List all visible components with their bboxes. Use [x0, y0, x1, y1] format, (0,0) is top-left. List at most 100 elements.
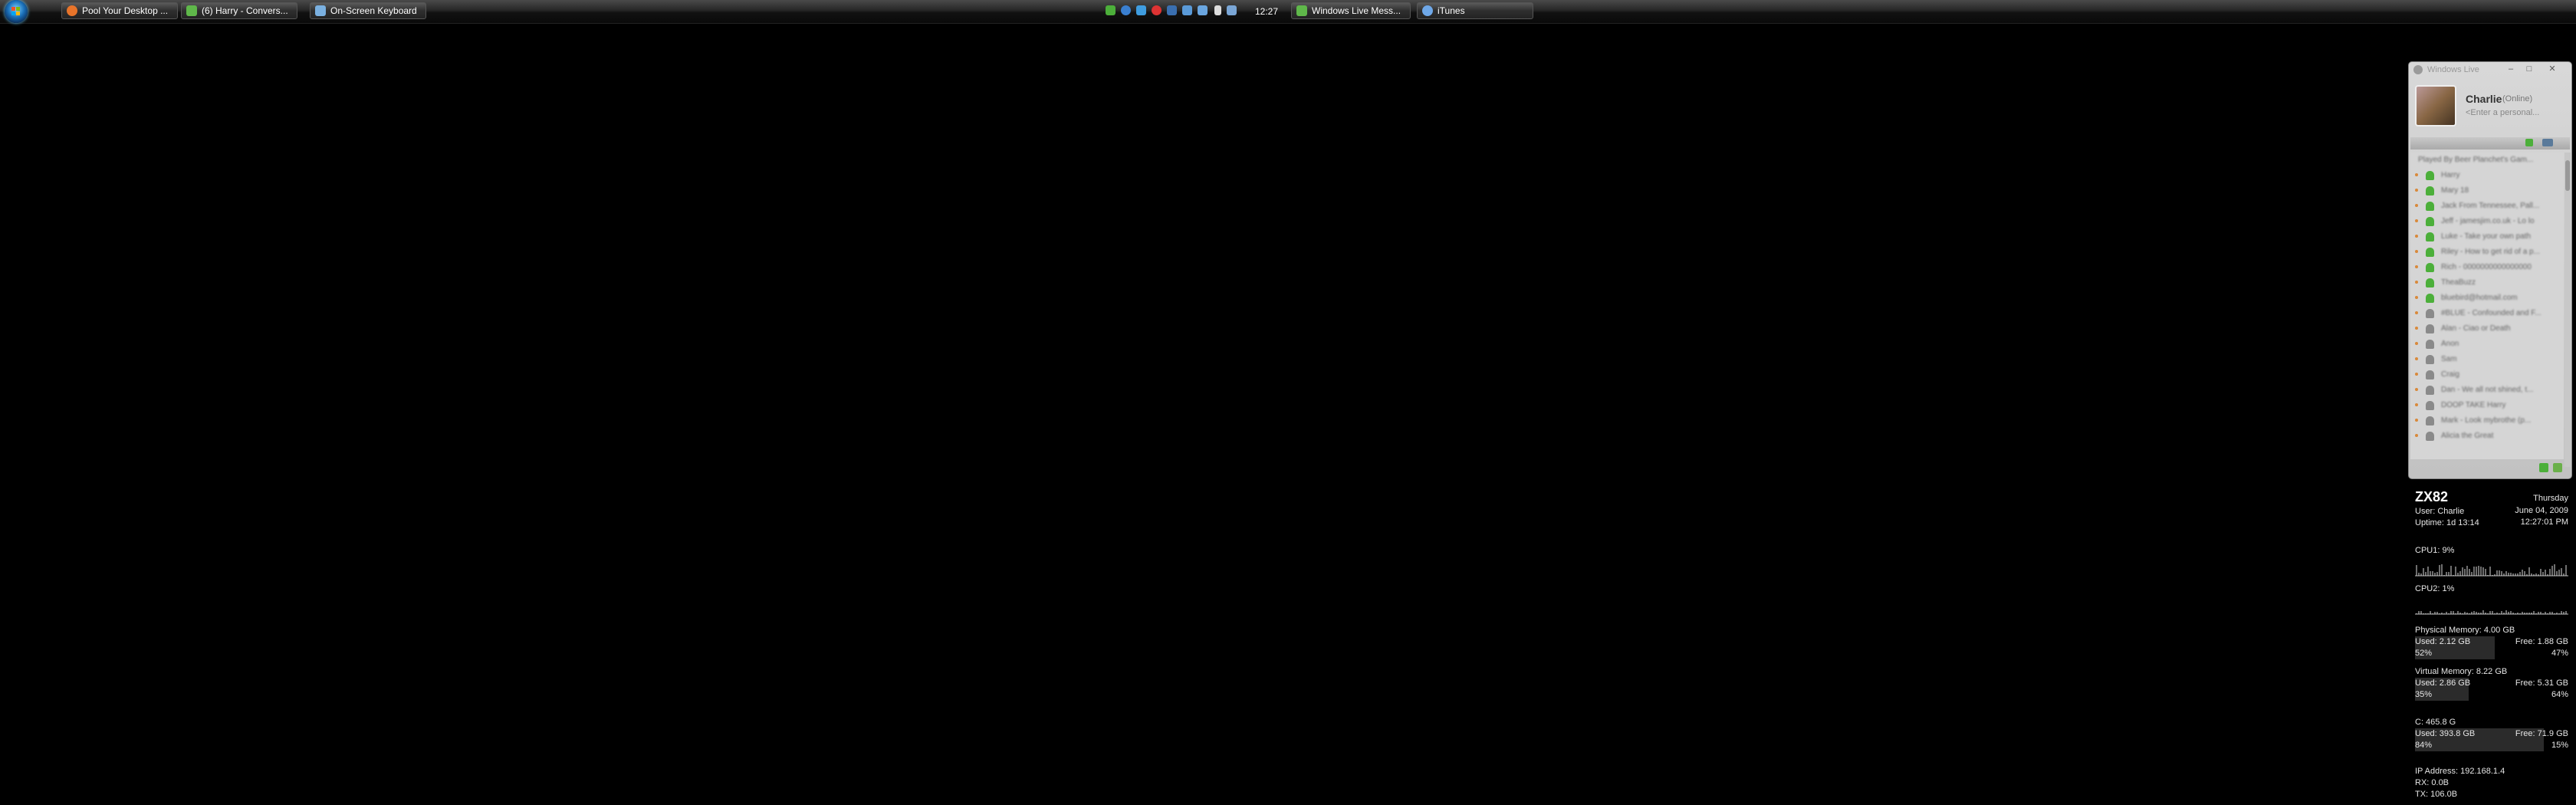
scrollbar[interactable] [2564, 153, 2571, 467]
maximize-button[interactable]: □ [2521, 64, 2538, 74]
window-titlebar[interactable]: Windows Live – □ ✕ [2409, 62, 2571, 77]
contact-name: Craig [2441, 370, 2459, 379]
user-label: User: Charlie [2415, 507, 2465, 516]
contact-name: DOOP TAKE Harry [2441, 401, 2506, 409]
contact-name: Jack From Tennessee, Pall... [2441, 202, 2540, 210]
buddy-status-icon [2426, 263, 2434, 272]
taskbar-button-messenger[interactable]: Windows Live Mess... [1291, 2, 1411, 19]
contact-list-item[interactable]: Alicia the Great [2410, 429, 2564, 444]
start-button[interactable] [5, 0, 28, 23]
contact-list-item[interactable]: Sam [2410, 352, 2564, 367]
windows-logo-icon [12, 7, 21, 16]
contact-list-item[interactable]: Craig [2410, 367, 2564, 383]
drive-c-used-pct: 84% [2415, 741, 2433, 750]
cpu2-graph [2415, 610, 2568, 615]
virtual-memory-used: Used: 2.86 GB [2415, 678, 2471, 688]
contact-list-item[interactable]: bluebird@hotmail.com [2410, 291, 2564, 306]
contact-name: Mary 18 [2441, 186, 2469, 195]
buddy-status-icon [2426, 202, 2434, 211]
contact-list-item[interactable]: Luke - Take your own path [2410, 229, 2564, 245]
personal-message-field[interactable]: <Enter a personal... [2466, 108, 2539, 117]
contact-list-item[interactable]: Riley - How to get rid of a p... [2410, 245, 2564, 260]
shield-icon[interactable] [1136, 5, 1146, 15]
minimize-button[interactable]: – [2502, 64, 2519, 74]
messenger-tray-icon[interactable] [1106, 5, 1116, 15]
buddy-status-icon [2426, 294, 2434, 303]
display-icon[interactable] [1198, 5, 1208, 15]
physical-memory-title: Physical Memory: 4.00 GB [2415, 626, 2515, 635]
contact-list-item[interactable]: Dan - We all not shined, t... [2410, 383, 2564, 398]
itunes-icon [1422, 5, 1433, 16]
buddy-status-icon [2426, 416, 2434, 426]
scrollbar-thumb[interactable] [2565, 160, 2570, 191]
expand-arrow-icon [2415, 419, 2418, 422]
contact-list-item[interactable]: DOOP TAKE Harry [2410, 398, 2564, 413]
globe-icon[interactable] [1121, 5, 1131, 15]
buddy-status-icon [2426, 340, 2434, 349]
taskbar-button-label: Windows Live Mess... [1312, 5, 1401, 16]
contact-name: Harry [2441, 171, 2460, 179]
contact-name: Riley - How to get rid of a p... [2441, 248, 2540, 256]
messenger-logo-icon [2413, 65, 2423, 74]
cpu1-graph [2415, 564, 2568, 577]
buddy-status-icon [2426, 386, 2434, 395]
warning-icon[interactable] [1152, 5, 1162, 15]
expand-arrow-icon [2415, 434, 2418, 437]
close-button[interactable]: ✕ [2544, 64, 2561, 74]
ip-address: IP Address: 192.168.1.4 [2415, 767, 2505, 776]
contact-list-item[interactable]: Rich - 0000000000000000 [2410, 260, 2564, 275]
volume-icon[interactable] [1214, 5, 1221, 15]
add-contact-icon[interactable] [2539, 463, 2548, 472]
contact-name: Dan - We all not shined, t... [2441, 386, 2534, 394]
contact-list-item[interactable]: Mary 18 [2410, 183, 2564, 199]
virtual-memory-free-pct: 64% [2551, 690, 2568, 699]
contact-name: bluebird@hotmail.com [2441, 294, 2518, 302]
contact-name: Anon [2441, 340, 2459, 348]
clock[interactable]: 12:27 [1255, 0, 1278, 23]
contact-list-item[interactable]: Played By Beer Planchet's Gam... [2410, 153, 2564, 168]
virtual-memory-used-pct: 35% [2415, 690, 2433, 699]
expand-arrow-icon [2415, 357, 2418, 360]
contacts-toolbar [2410, 137, 2570, 150]
expand-arrow-icon [2415, 265, 2418, 268]
network-status-icon[interactable] [1227, 5, 1237, 15]
date-label: June 04, 2009 [2515, 506, 2568, 515]
contact-name: #BLUE - Confounded and F... [2441, 309, 2542, 317]
sort-icon[interactable] [2553, 463, 2562, 472]
taskbar-button-keyboard[interactable]: On-Screen Keyboard [310, 2, 426, 19]
window-title: Windows Live [2427, 65, 2479, 74]
contact-list-item[interactable]: #BLUE - Confounded and F... [2410, 306, 2564, 321]
cpu2-label: CPU2: 1% [2415, 584, 2455, 593]
uptime-label: Uptime: 1d 13:14 [2415, 518, 2479, 527]
messenger-footer [2409, 463, 2570, 474]
network-icon[interactable] [1182, 5, 1192, 15]
expand-arrow-icon [2415, 235, 2418, 238]
avatar[interactable] [2415, 85, 2456, 127]
taskbar-button-conversation[interactable]: (6) Harry - Convers... [181, 2, 297, 19]
taskbar-button-label: Pool Your Desktop ... [82, 5, 169, 16]
buddy-status-icon [2426, 355, 2434, 364]
info-icon[interactable] [1167, 5, 1177, 15]
expand-arrow-icon [2415, 327, 2418, 330]
keyboard-icon [315, 5, 326, 16]
contact-list-item[interactable]: Jack From Tennessee, Pall... [2410, 199, 2564, 214]
contact-list-item[interactable]: Mark - Look mybrothe (p... [2410, 413, 2564, 429]
taskbar-button-itunes[interactable]: iTunes [1417, 2, 1533, 19]
contact-list-item[interactable]: Harry [2410, 168, 2564, 183]
contact-name: Rich - 0000000000000000 [2441, 263, 2532, 271]
computer-name: ZX82 [2415, 489, 2449, 504]
contact-list-item[interactable]: Alan - Ciao or Death [2410, 321, 2564, 337]
buddy-status-icon [2426, 232, 2434, 242]
status-label[interactable]: (Online) [2502, 94, 2532, 104]
add-contact-icon[interactable] [2525, 139, 2533, 146]
contact-list-item[interactable]: Anon [2410, 337, 2564, 352]
contact-list-item[interactable]: TheaBuzz [2410, 275, 2564, 291]
user-name[interactable]: Charlie [2466, 93, 2502, 105]
contact-name: Mark - Look mybrothe (p... [2441, 416, 2532, 425]
taskbar-button-firefox[interactable]: Pool Your Desktop ... [61, 2, 178, 19]
contact-list-item[interactable]: Jeff - jamesjim.co.uk - Lo lo [2410, 214, 2564, 229]
buddy-status-icon [2426, 217, 2434, 226]
taskbar-button-label: (6) Harry - Convers... [202, 5, 288, 16]
buddy-status-icon [2426, 324, 2434, 334]
options-icon[interactable] [2542, 139, 2553, 146]
